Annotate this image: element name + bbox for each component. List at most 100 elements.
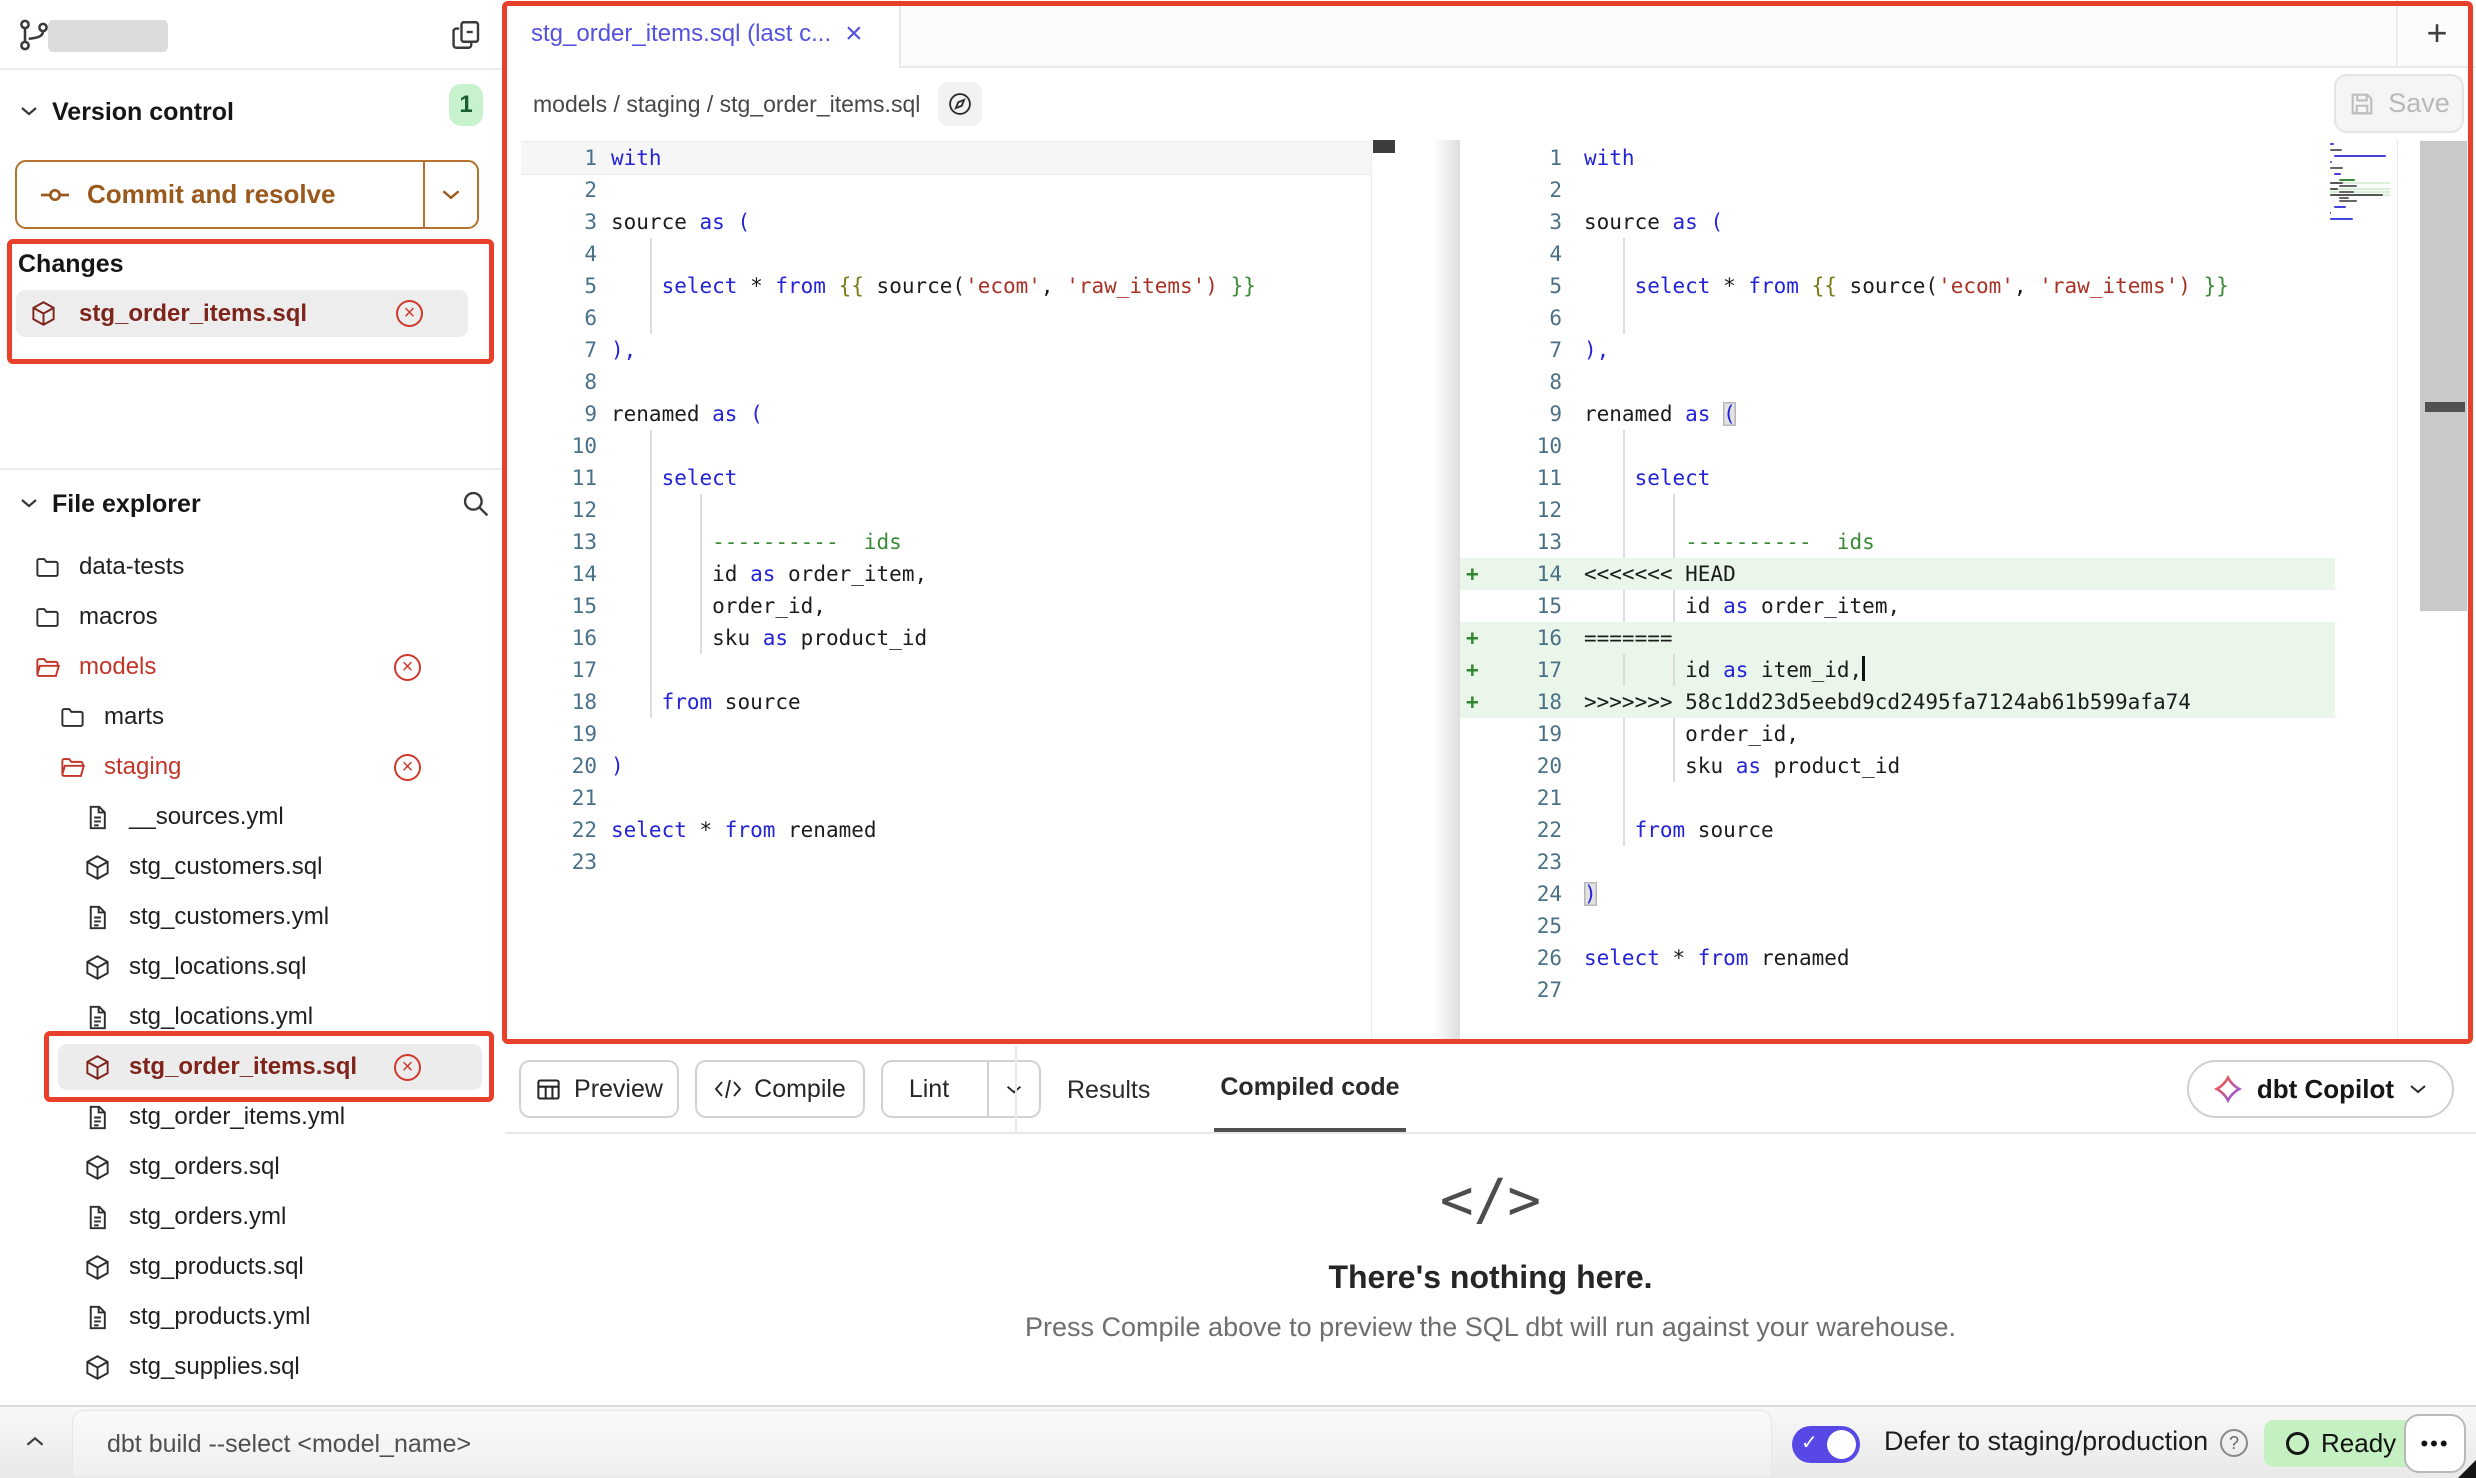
- diff-added-marker: [1460, 846, 1494, 878]
- lint-options-dropdown[interactable]: [987, 1062, 1039, 1116]
- discard-change-icon[interactable]: ×: [396, 300, 423, 327]
- compile-button[interactable]: Compile: [695, 1060, 865, 1118]
- file-item-stg_products.sql[interactable]: stg_products.sql: [0, 1242, 505, 1292]
- file-item-data-tests[interactable]: data-tests: [0, 542, 505, 592]
- new-tab-button[interactable]: +: [2396, 0, 2476, 68]
- lineage-compass-icon[interactable]: [938, 82, 982, 126]
- close-icon[interactable]: ×: [845, 19, 863, 49]
- line-number: 17: [521, 654, 597, 686]
- file-item-stg_products.yml[interactable]: stg_products.yml: [0, 1292, 505, 1342]
- diff-added-marker: [1460, 494, 1494, 526]
- file-item-label: stg_supplies.sql: [129, 1353, 300, 1381]
- table-icon: [535, 1076, 562, 1103]
- minimap-line: [2330, 191, 2390, 193]
- file-item-label: __sources.yml: [129, 803, 284, 831]
- right-scrollbar-thumb[interactable]: [2420, 141, 2467, 611]
- commit-and-resolve-button[interactable]: Commit and resolve: [15, 160, 479, 229]
- minimap-line: [2330, 179, 2390, 181]
- file-item-staging[interactable]: staging×: [0, 742, 505, 792]
- empty-code-icon: </>: [1440, 1168, 1541, 1233]
- line-number: 8: [521, 366, 597, 398]
- line-number: 25: [1494, 910, 1562, 942]
- file-item-stg_order_items.yml[interactable]: stg_order_items.yml: [0, 1092, 505, 1142]
- tab-title: stg_order_items.sql (last c...: [531, 20, 831, 48]
- code-line: 13 ---------- ids: [1460, 526, 2335, 558]
- minimap[interactable]: [2330, 143, 2390, 224]
- lint-button[interactable]: Lint: [883, 1075, 975, 1104]
- minimap-line: [2330, 176, 2390, 178]
- code-pane-right[interactable]: 1with23source as (45 select * from {{ so…: [1460, 142, 2335, 1006]
- tab-results[interactable]: Results: [1061, 1046, 1156, 1134]
- code-line: 5 select * from {{ source('ecom', 'raw_i…: [521, 270, 1371, 302]
- file-item-stg_orders.sql[interactable]: stg_orders.sql: [0, 1142, 505, 1192]
- file-item-stg_customers.yml[interactable]: stg_customers.yml: [0, 892, 505, 942]
- file-item-models[interactable]: models×: [0, 642, 505, 692]
- indent-guide: [1673, 750, 1675, 782]
- copy-docs-icon[interactable]: [448, 17, 484, 53]
- tab-compiled-code[interactable]: Compiled code: [1214, 1046, 1405, 1134]
- preview-button[interactable]: Preview: [519, 1060, 679, 1118]
- tab-stg_order_items[interactable]: stg_order_items.sql (last c... ×: [505, 0, 901, 68]
- text-cursor: [1862, 656, 1865, 681]
- dbt-copilot-button[interactable]: dbt Copilot: [2187, 1060, 2454, 1118]
- code-line: 12: [521, 494, 1371, 526]
- defer-toggle[interactable]: ✓: [1792, 1426, 1860, 1463]
- chevron-up-icon[interactable]: [24, 1435, 46, 1448]
- version-control-section-header[interactable]: Version control 1: [0, 92, 505, 136]
- commit-options-dropdown[interactable]: [423, 162, 477, 227]
- file-item-stg_locations.yml[interactable]: stg_locations.yml: [0, 992, 505, 1042]
- discard-change-icon[interactable]: ×: [394, 754, 421, 781]
- discard-change-icon[interactable]: ×: [394, 1054, 421, 1081]
- minimap-line: [2330, 221, 2390, 223]
- indent-guide: [650, 622, 652, 654]
- save-button[interactable]: Save: [2334, 74, 2464, 133]
- search-icon[interactable]: [460, 488, 492, 520]
- command-input[interactable]: dbt build --select <model_name>: [72, 1410, 1772, 1478]
- code-line: 26select * from renamed: [1460, 942, 2335, 974]
- file-item-stg_orders.yml[interactable]: stg_orders.yml: [0, 1192, 505, 1242]
- indent-guide: [700, 622, 702, 654]
- code-line: 8: [1460, 366, 2335, 398]
- diff-added-marker: [1460, 270, 1494, 302]
- file-item-macros[interactable]: macros: [0, 592, 505, 642]
- command-placeholder: dbt build --select <model_name>: [107, 1430, 471, 1459]
- minimap-line: [2330, 197, 2390, 199]
- file-explorer-section-header[interactable]: File explorer: [0, 484, 505, 528]
- indent-guide: [1673, 718, 1675, 750]
- version-control-title: Version control: [52, 98, 234, 127]
- code-pane-left[interactable]: 1with23source as (45 select * from {{ so…: [521, 142, 1371, 878]
- dbt-copilot-label: dbt Copilot: [2257, 1074, 2394, 1105]
- code-line: 14 id as order_item,: [521, 558, 1371, 590]
- file-icon: [84, 1304, 111, 1331]
- minimap-line: [2330, 146, 2390, 148]
- diff-added-marker: +: [1460, 558, 1494, 590]
- line-number: 10: [521, 430, 597, 462]
- left-scrollbar-thumb[interactable]: [1373, 140, 1395, 153]
- line-number: 5: [521, 270, 597, 302]
- more-options-button[interactable]: •••: [2404, 1414, 2466, 1473]
- diff-editor[interactable]: 1with23source as (45 select * from {{ so…: [505, 140, 2476, 1042]
- code-line: 20 sku as product_id: [1460, 750, 2335, 782]
- changed-file-stg_order_items[interactable]: stg_order_items.sql ×: [16, 290, 468, 337]
- file-item-stg_locations.sql[interactable]: stg_locations.sql: [0, 942, 505, 992]
- file-item-stg_supplies.sql[interactable]: stg_supplies.sql: [0, 1342, 505, 1392]
- indent-guide: [700, 590, 702, 622]
- file-item-stg_customers.sql[interactable]: stg_customers.sql: [0, 842, 505, 892]
- changed-file-name: stg_order_items.sql: [79, 300, 307, 328]
- diff-added-marker: [1460, 942, 1494, 974]
- minimap-line: [2330, 188, 2390, 190]
- file-item-__sources.yml[interactable]: __sources.yml: [0, 792, 505, 842]
- line-number: 18: [1494, 686, 1562, 718]
- minimap-line: [2330, 167, 2390, 169]
- file-item-stg_order_items.sql[interactable]: stg_order_items.sql×: [0, 1042, 505, 1092]
- indent-guide: [650, 526, 652, 558]
- help-icon[interactable]: ?: [2220, 1429, 2248, 1457]
- indent-guide: [1623, 782, 1625, 814]
- discard-change-icon[interactable]: ×: [394, 654, 421, 681]
- file-item-label: stg_orders.sql: [129, 1153, 280, 1181]
- file-item-label: data-tests: [79, 553, 184, 581]
- indent-guide: [650, 238, 652, 270]
- file-explorer-list[interactable]: data-tests macrosmodels×martsstaging× __so…: [0, 542, 505, 1392]
- file-item-marts[interactable]: marts: [0, 692, 505, 742]
- minimap-line: [2330, 149, 2390, 151]
